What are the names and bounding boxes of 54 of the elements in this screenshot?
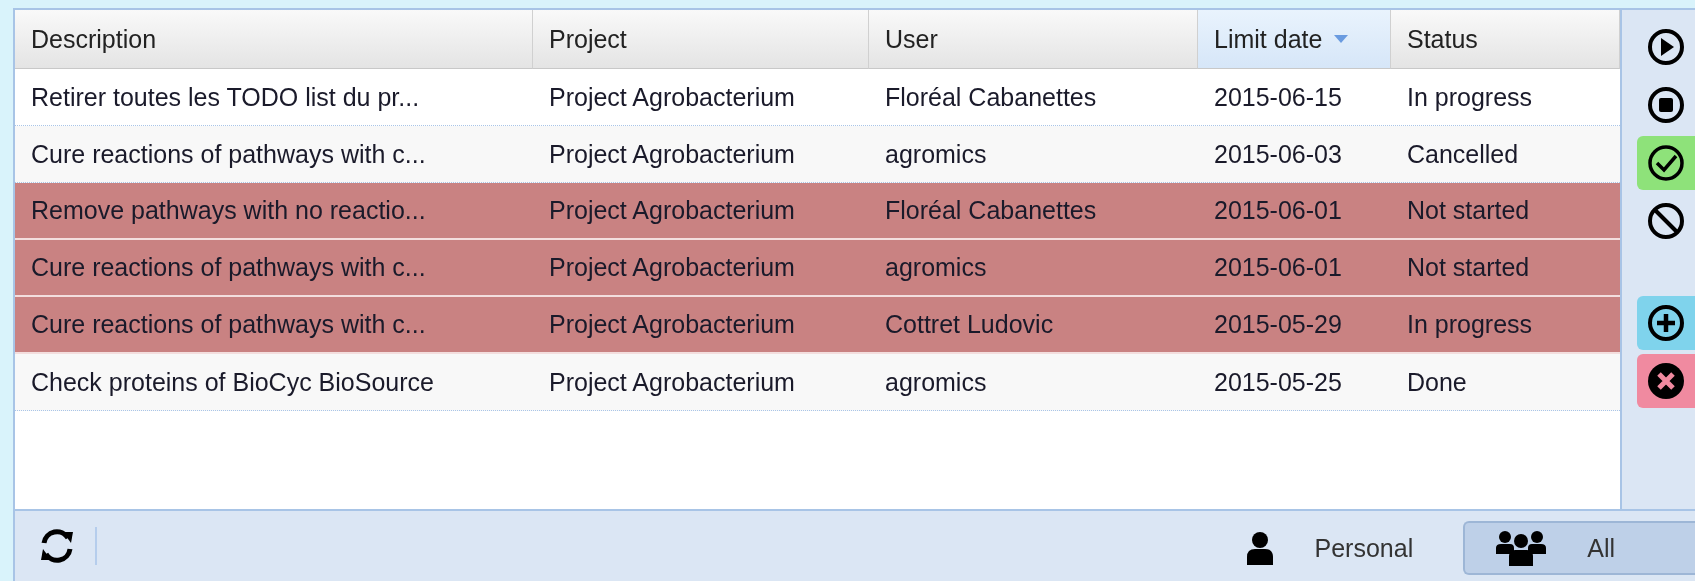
column-header[interactable]: User xyxy=(869,10,1198,69)
table-cell-text: Not started xyxy=(1406,195,1531,226)
sort-arrow-icon xyxy=(1334,35,1349,43)
table-cell-text: 2015-05-25 xyxy=(1213,366,1343,398)
column-header[interactable]: Limit date xyxy=(1198,10,1391,69)
play-icon xyxy=(1646,27,1686,67)
stop-icon xyxy=(1646,85,1686,125)
table-cell-text: Project Agrobacterium xyxy=(548,366,796,398)
table-cell-text: Project Agrobacterium xyxy=(548,81,796,113)
filter-toggle[interactable]: Personal xyxy=(1222,521,1464,575)
table-cell-text: 2015-05-29 xyxy=(1213,309,1343,340)
column-header[interactable]: Project xyxy=(533,10,869,69)
table-cell-text: In progress xyxy=(1406,309,1534,340)
table-row[interactable]: Cure reactions of pathways with c... Project Agrobacterium agromics 2015-06-01 Not started xyxy=(15,240,1620,297)
table-row[interactable]: Cure reactions of pathways with c... Project Agrobacterium agromics 2015-06-03 Cancelled xyxy=(15,126,1620,183)
table-cell-text: Remove pathways with no reactio... xyxy=(30,195,427,226)
table-cell-text: 2015-06-03 xyxy=(1213,138,1343,170)
table-cell-text: agromics xyxy=(884,366,988,398)
column-header[interactable]: Status xyxy=(1391,10,1620,69)
check-button[interactable] xyxy=(1637,136,1695,190)
table-cell-text: Floréal Cabanettes xyxy=(884,81,1098,113)
add-icon xyxy=(1646,303,1686,343)
table-cell-text: Done xyxy=(1406,366,1468,398)
add-button[interactable] xyxy=(1637,296,1695,350)
table-cell-text: Not started xyxy=(1406,252,1531,283)
table-cell-text: Floréal Cabanettes xyxy=(884,195,1098,226)
table-row[interactable]: Cure reactions of pathways with c... Project Agrobacterium Cottret Ludovic 2015-05-29 In progress xyxy=(15,297,1620,354)
table-cell-text: Retirer toutes les TODO list du pr... xyxy=(30,81,421,113)
table-cell-text: Cure reactions of pathways with c... xyxy=(30,252,427,283)
person-icon xyxy=(1244,531,1275,565)
table-cell-text: Cancelled xyxy=(1406,138,1520,170)
check-icon xyxy=(1646,143,1686,183)
table-row[interactable]: Check proteins of BioCyc BioSource Project Agrobacterium agromics 2015-05-25 Done xyxy=(15,354,1620,411)
table-cell-text: Project Agrobacterium xyxy=(548,309,796,340)
table-cell-text: Project Agrobacterium xyxy=(548,138,796,170)
ban-icon xyxy=(1646,201,1686,241)
table-cell-text: 2015-06-01 xyxy=(1213,195,1343,226)
table-cell-text: Cure reactions of pathways with c... xyxy=(30,309,427,340)
table-cell-text: agromics xyxy=(884,252,988,283)
table-cell-text: Check proteins of BioCyc BioSource xyxy=(30,366,435,398)
filter-toggle[interactable]: All xyxy=(1463,521,1695,575)
table-row[interactable]: Remove pathways with no reactio... Project Agrobacterium Floréal Cabanettes 2015-06-01 Not started xyxy=(15,183,1620,240)
remove-button[interactable] xyxy=(1637,354,1695,408)
table-cell-text: Project Agrobacterium xyxy=(548,195,796,226)
table-cell-text: 2015-06-01 xyxy=(1213,252,1343,283)
table-cell-text: Cure reactions of pathways with c... xyxy=(30,138,427,170)
group-icon xyxy=(1495,530,1548,566)
table-cell-text: agromics xyxy=(884,138,988,170)
table-cell-text: Cottret Ludovic xyxy=(884,309,1055,340)
table-cell-text: In progress xyxy=(1406,81,1534,113)
column-header[interactable]: Description xyxy=(15,10,533,69)
close-icon xyxy=(1646,361,1686,401)
table-cell-text: Project Agrobacterium xyxy=(548,252,796,283)
table-cell-text: 2015-06-15 xyxy=(1213,81,1343,113)
